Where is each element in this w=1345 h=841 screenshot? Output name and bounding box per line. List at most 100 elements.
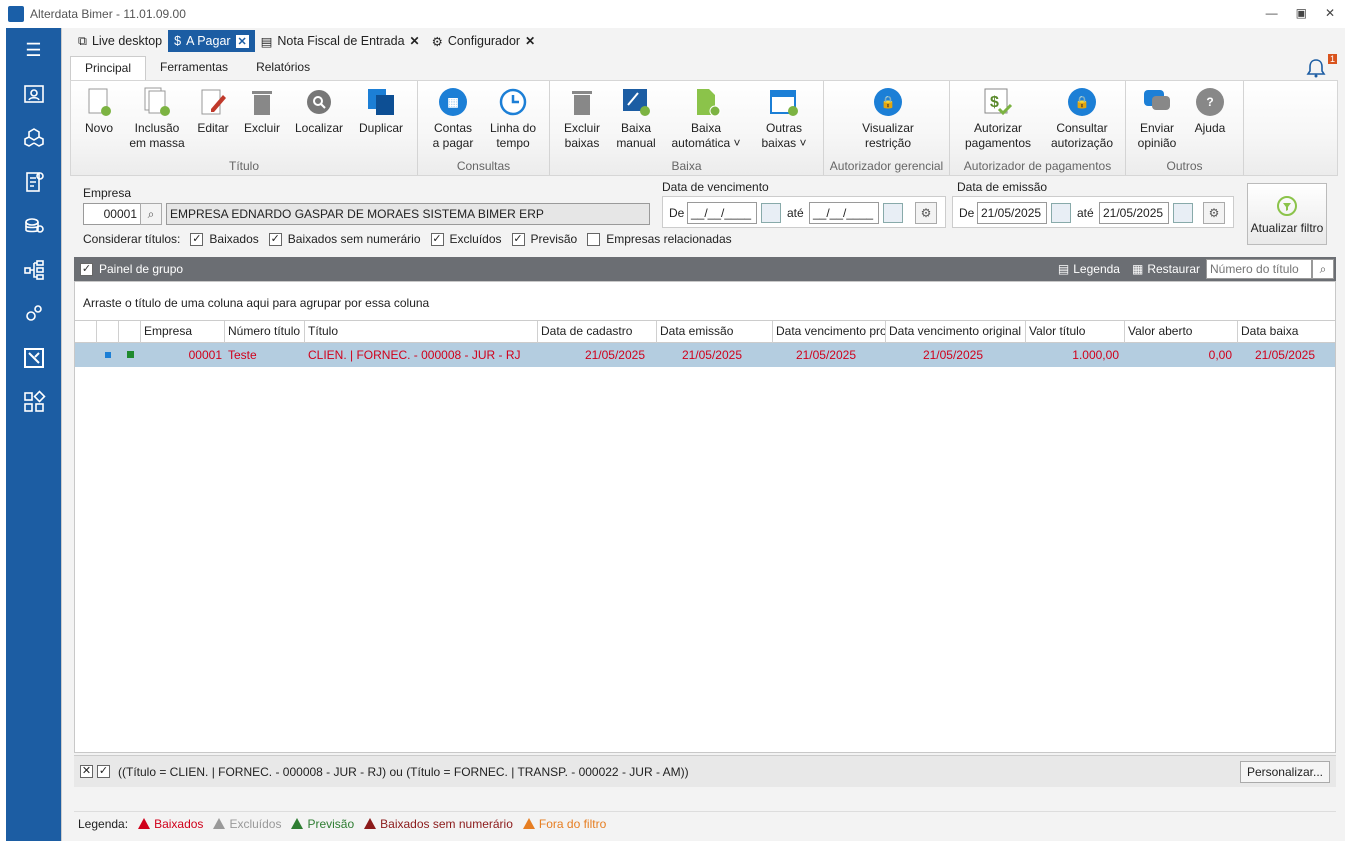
col-indicator[interactable] <box>97 321 119 343</box>
gears-icon[interactable] <box>6 292 61 336</box>
excluir-baixas-button[interactable]: Excluir baixas <box>558 87 606 151</box>
excluir-button[interactable]: Excluir <box>241 87 283 136</box>
emissao-ate-field[interactable]: 21/05/2025 <box>1099 202 1169 224</box>
settings-gear-icon[interactable]: ⚙ <box>1203 202 1225 224</box>
atualizar-filtro-button[interactable]: Atualizar filtro <box>1247 183 1327 245</box>
col-data-baixa[interactable]: Data baixa <box>1238 321 1335 343</box>
tab-nota-fiscal[interactable]: ▤ Nota Fiscal de Entrada ✕ <box>255 30 426 52</box>
tab-live-desktop[interactable]: ⧉ Live desktop <box>72 30 168 52</box>
lock-icon: 🔒 <box>1068 88 1096 116</box>
col-data-emissao[interactable]: Data emissão <box>657 321 773 343</box>
editar-button[interactable]: Editar <box>195 87 231 136</box>
legenda-button[interactable]: ▤ Legenda <box>1058 262 1120 276</box>
empresa-code-field[interactable]: 00001 <box>83 203 141 225</box>
settings-gear-icon[interactable]: ⚙ <box>915 202 937 224</box>
consultar-autorizacao-button[interactable]: 🔒 Consultar autorização <box>1044 87 1120 151</box>
restaurar-button[interactable]: ▦ Restaurar <box>1132 262 1200 276</box>
cubes-icon[interactable] <box>6 116 61 160</box>
col-data-cadastro[interactable]: Data de cadastro <box>538 321 657 343</box>
close-icon[interactable]: ✕ <box>1325 6 1335 20</box>
search-icon[interactable]: ⌕ <box>1312 259 1334 279</box>
notification-bell-icon[interactable] <box>1305 58 1327 78</box>
document-tabs: ⧉ Live desktop $ A Pagar ✕ ▤ Nota Fiscal de … <box>72 28 541 54</box>
coins-icon[interactable] <box>6 204 61 248</box>
duplicar-button[interactable]: Duplicar <box>355 87 407 136</box>
baixados-checkbox[interactable]: ✓ <box>190 232 204 246</box>
excluidos-checkbox[interactable]: ✓ <box>430 232 444 246</box>
emissao-range: De 21/05/2025 até 21/05/2025 ⚙ <box>952 196 1234 228</box>
calendar-icon[interactable] <box>1173 203 1193 223</box>
minimize-icon[interactable]: — <box>1266 6 1278 20</box>
personalizar-button[interactable]: Personalizar... <box>1239 761 1330 783</box>
emissao-de-field[interactable]: 21/05/2025 <box>977 202 1047 224</box>
ribbon: Novo Inclusão em massa Editar Excluir Loc… <box>70 80 1338 176</box>
tab-principal[interactable]: Principal <box>70 56 147 80</box>
invoice-icon[interactable] <box>6 160 61 204</box>
localizar-button[interactable]: Localizar <box>293 87 345 136</box>
baixados-sem-numerario-checkbox[interactable]: ✓ <box>268 232 282 246</box>
calendar-icon[interactable] <box>761 203 781 223</box>
calendar-icon[interactable] <box>883 203 903 223</box>
grid-header: Empresa Número título Título Data de cad… <box>75 320 1335 343</box>
col-data-venc-original[interactable]: Data vencimento original <box>886 321 1026 343</box>
desktop-icon: ⧉ <box>78 33 87 48</box>
list-icon: ▤ <box>1057 262 1070 276</box>
contas-a-pagar-button[interactable]: ▦ Contas a pagar <box>426 87 480 151</box>
cell-empresa: 00001 <box>188 348 222 362</box>
baixa-automatica-button[interactable]: Baixa automática ˅ <box>668 87 744 151</box>
group-label: Outros <box>1166 159 1203 173</box>
group-label: Baixa <box>671 159 702 173</box>
clear-filter-icon[interactable]: ✕ <box>80 765 93 778</box>
close-tab-icon[interactable]: ✕ <box>525 34 535 48</box>
active-filter-bar: ✕ ✓ ((Título = CLIEN. | FORNEC. - 000008… <box>74 755 1336 787</box>
gear-icon: ⚙ <box>431 34 443 49</box>
tab-a-pagar[interactable]: $ A Pagar ✕ <box>168 30 255 52</box>
visualizar-restricao-button[interactable]: 🔒 Visualizar restrição <box>848 87 928 151</box>
restore-icon[interactable]: ▣ <box>1296 6 1307 20</box>
col-indicator[interactable] <box>119 321 141 343</box>
duplicate-icon <box>366 87 396 117</box>
tab-relatorios[interactable]: Relatórios <box>242 56 324 80</box>
previsao-checkbox[interactable]: ✓ <box>511 232 525 246</box>
ajuda-button[interactable]: ? Ajuda <box>1190 87 1230 136</box>
search-icon[interactable]: ⌕ <box>140 203 162 225</box>
filter-enabled-checkbox[interactable]: ✓ <box>97 765 110 778</box>
vencimento-range: De __/__/____ até __/__/____ ⚙ <box>662 196 946 228</box>
empresas-relacionadas-checkbox[interactable] <box>587 232 601 246</box>
alterdata-logo-icon[interactable] <box>6 336 61 380</box>
hierarchy-icon[interactable] <box>6 248 61 292</box>
numero-titulo-search-input[interactable] <box>1206 259 1312 279</box>
close-tab-icon[interactable]: ✕ <box>235 34 249 48</box>
apps-icon[interactable] <box>6 380 61 424</box>
novo-button[interactable]: Novo <box>79 87 119 136</box>
filter-expression[interactable]: ((Título = CLIEN. | FORNEC. - 000008 - J… <box>118 765 689 779</box>
clock-icon <box>499 88 527 116</box>
warning-triangle-icon <box>291 818 304 829</box>
col-valor-aberto[interactable]: Valor aberto <box>1125 321 1238 343</box>
outras-baixas-button[interactable]: Outras baixas ˅ <box>754 87 814 151</box>
menu-icon[interactable]: ☰ <box>6 28 61 72</box>
group-autorizador-gerencial: 🔒 Visualizar restrição Autorizador gerenci… <box>824 81 950 175</box>
col-data-venc-prorrogado[interactable]: Data vencimento prorrogado <box>773 321 886 343</box>
group-baixa: Excluir baixas Baixa manual Baixa automátic… <box>550 81 824 175</box>
enviar-opiniao-button[interactable]: Enviar opinião <box>1132 87 1182 151</box>
vencimento-de-field[interactable]: __/__/____ <box>687 202 757 224</box>
col-numero-titulo[interactable]: Número título <box>225 321 305 343</box>
col-titulo[interactable]: Título <box>305 321 538 343</box>
col-empresa[interactable]: Empresa <box>141 321 225 343</box>
calendar-icon[interactable] <box>1051 203 1071 223</box>
contacts-icon[interactable] <box>6 72 61 116</box>
tab-ferramentas[interactable]: Ferramentas <box>146 56 242 80</box>
emissao-label: Data de emissão <box>957 180 1048 194</box>
tab-configurador[interactable]: ⚙ Configurador ✕ <box>426 30 542 52</box>
col-valor-titulo[interactable]: Valor título <box>1026 321 1125 343</box>
close-tab-icon[interactable]: ✕ <box>410 34 420 48</box>
table-row[interactable]: 00001 Teste CLIEN. | FORNEC. - 000008 - … <box>75 343 1335 367</box>
autorizar-pagamentos-button[interactable]: $ Autorizar pagamentos <box>958 87 1038 151</box>
vencimento-ate-field[interactable]: __/__/____ <box>809 202 879 224</box>
painel-de-grupo-checkbox[interactable]: ✓ <box>80 262 93 276</box>
col-indicator[interactable] <box>75 321 97 343</box>
inclusao-em-massa-button[interactable]: Inclusão em massa <box>127 87 187 151</box>
baixa-manual-button[interactable]: Baixa manual <box>612 87 660 151</box>
linha-do-tempo-button[interactable]: Linha do tempo <box>484 87 542 151</box>
